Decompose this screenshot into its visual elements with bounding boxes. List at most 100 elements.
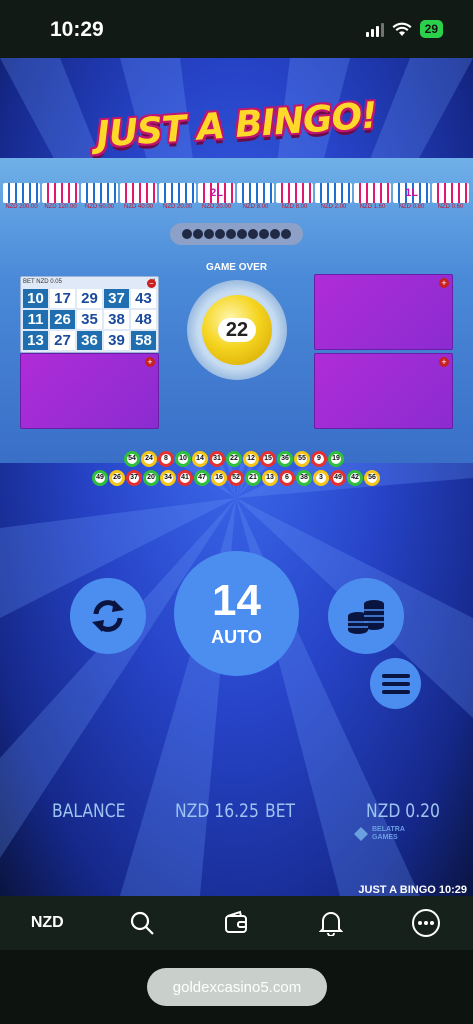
prize-pattern: NZD 20.00 [159, 183, 196, 210]
card-cell: 58 [131, 331, 156, 350]
pattern-prize: NZD 200.00 [5, 204, 38, 210]
prize-pattern: NZD 2.00 [315, 183, 352, 210]
add-card-button[interactable]: + [145, 357, 155, 367]
drawn-ball: 56 [364, 470, 380, 486]
game-ticker: JUST A BINGO 10:29 [358, 884, 467, 896]
drawn-ball-number: 36 [280, 454, 290, 464]
drawn-ball: 19 [328, 451, 344, 467]
menu-icon [381, 673, 410, 694]
card-cell: 29 [77, 289, 102, 308]
bingo-card-2[interactable]: + [314, 274, 453, 350]
nav-currency[interactable]: NZD [17, 903, 77, 943]
tube-slot [204, 229, 214, 239]
url-bar[interactable]: goldexcasino5.com [147, 968, 327, 1006]
pattern-tile [81, 183, 118, 203]
pattern-tile: 1L [393, 183, 430, 203]
pattern-prize: NZD 40.00 [123, 204, 153, 210]
nav-search[interactable] [112, 903, 172, 943]
tube-slot [281, 229, 291, 239]
pattern-prize: NZD 8.00 [242, 204, 269, 210]
bet-coins-button[interactable] [328, 578, 404, 654]
prize-pattern: NZD 0.60 [432, 183, 469, 210]
add-card-button[interactable]: + [439, 357, 449, 367]
bell-icon [319, 912, 344, 936]
nav-notifications[interactable] [301, 903, 361, 943]
bottom-nav: NZD [0, 896, 473, 950]
refresh-cards-button[interactable] [70, 578, 146, 654]
battery-indicator: 29 [419, 20, 443, 38]
prize-pattern: NZD 8.00 [276, 183, 313, 210]
prize-pattern: 1L NZD 0.80 [393, 183, 430, 210]
drawn-balls-row-2: 49 26 37 20 34 41 47 16 52 21 13 6 38 3 49 42 56 [92, 470, 380, 486]
drawn-ball: 55 [294, 451, 310, 467]
prize-pattern: NZD 60.00 [81, 183, 118, 210]
bingo-card-3[interactable]: + [20, 353, 159, 429]
drawn-ball: 24 [141, 451, 157, 467]
pattern-prize: NZD 60.00 [84, 204, 114, 210]
pattern-tile [159, 183, 196, 203]
more-icon [411, 909, 440, 937]
bet-label: BET [265, 800, 296, 822]
drawn-ball-number: 15 [263, 454, 273, 464]
drawn-ball: 8 [158, 451, 174, 467]
remove-card-button[interactable]: − [147, 279, 156, 288]
refresh-icon [92, 600, 124, 632]
drawn-ball: 9 [311, 451, 327, 467]
bingo-card-4[interactable]: + [314, 353, 453, 429]
auto-play-button[interactable]: 14 AUTO [174, 551, 299, 676]
drawn-ball: 15 [260, 451, 276, 467]
provider-logo: BELATRA GAMES [353, 826, 405, 842]
pattern-prize: NZD 20.00 [201, 204, 231, 210]
drawn-ball: 34 [160, 470, 176, 486]
drawn-ball-number: 34 [163, 473, 173, 483]
card-cell: 39 [104, 331, 129, 350]
prize-pattern: NZD 8.00 [237, 183, 274, 210]
drawn-ball: 22 [226, 451, 242, 467]
drawn-ball-number: 54 [127, 454, 137, 464]
drawn-balls-row-1: 54 24 8 10 14 31 22 12 15 36 55 9 19 [124, 451, 344, 467]
drawn-ball: 42 [347, 470, 363, 486]
nav-wallet[interactable] [206, 903, 266, 943]
nav-more[interactable] [396, 903, 456, 943]
drawn-ball-number: 42 [350, 473, 360, 483]
drawn-ball: 31 [209, 451, 225, 467]
ball-tube [170, 223, 303, 245]
card-cell: 35 [77, 310, 102, 329]
drawn-ball: 49 [92, 470, 108, 486]
pattern-tile [237, 183, 274, 203]
wallet-icon [225, 910, 248, 933]
drawn-ball: 49 [330, 470, 346, 486]
provider-line-1: BELATRA [372, 826, 405, 833]
card-cell: 43 [131, 289, 156, 308]
bet-value: NZD 0.20 [366, 800, 440, 822]
drawn-ball: 13 [262, 470, 278, 486]
drawn-ball: 20 [143, 470, 159, 486]
add-card-button[interactable]: + [439, 278, 449, 288]
wifi-icon [392, 22, 412, 36]
drawn-ball-number: 12 [246, 454, 256, 464]
card-cell: 38 [104, 310, 129, 329]
menu-button[interactable] [370, 658, 421, 709]
drawn-ball: 38 [296, 470, 312, 486]
belatra-icon [354, 827, 368, 841]
bingo-card-1[interactable]: BET NZD 0.05 #1 1017293743 1126353848 1327… [20, 276, 159, 353]
card-cell: 13 [23, 331, 48, 350]
drawn-ball: 52 [228, 470, 244, 486]
card-cell: 37 [104, 289, 129, 308]
game-over-text: GAME OVER [205, 262, 268, 273]
drawn-ball-number: 56 [367, 473, 377, 483]
card-grid: 10 17 29 37 43 11 26 35 38 48 13 27 36 39 58 [23, 289, 156, 350]
drawn-ball-number: 52 [231, 473, 241, 483]
signal-icon [365, 21, 384, 37]
card-bet-label: BET [23, 279, 35, 285]
tube-slot [270, 229, 280, 239]
card-cell: 10 [23, 289, 48, 308]
prize-pattern: NZD 1.60 [354, 183, 391, 210]
drawn-ball-number: 24 [144, 454, 154, 464]
pattern-tile [276, 183, 313, 203]
drawn-ball-number: 6 [282, 473, 292, 483]
pattern-tile [120, 183, 157, 203]
pattern-prize: NZD 0.60 [437, 204, 464, 210]
tube-slot [215, 229, 225, 239]
drawn-ball-number: 21 [248, 473, 258, 483]
